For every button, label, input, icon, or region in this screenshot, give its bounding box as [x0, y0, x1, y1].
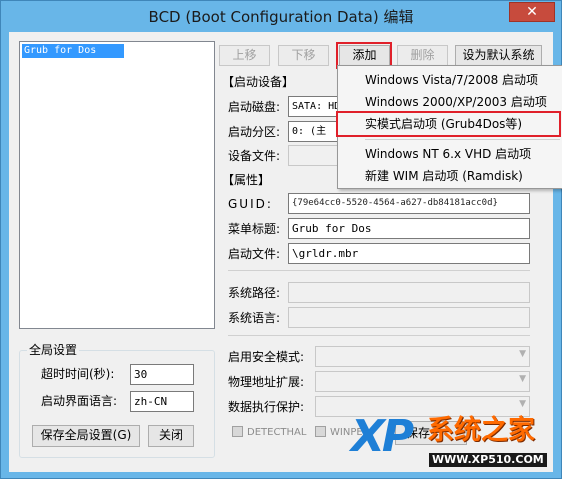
dep-label: 数据执行保护:	[228, 400, 305, 414]
pae-select[interactable]: ▼	[315, 371, 530, 392]
timeout-input[interactable]: 30	[130, 364, 194, 385]
close-dialog-button[interactable]: 关闭	[148, 425, 194, 447]
boot-entry-list[interactable]: Grub for Dos	[19, 41, 215, 329]
boot-language-input[interactable]: zh-CN	[130, 391, 194, 412]
watermark: XP 系统之家 WWW.XP510.COM	[349, 409, 559, 471]
divider	[228, 270, 530, 271]
properties-section: 【属性】	[222, 173, 271, 187]
pae-label: 物理地址扩展:	[228, 375, 305, 389]
detecthal-checkbox[interactable]: DETECTHAL	[232, 425, 306, 441]
menu-item-wim[interactable]: 新建 WIM 启动项 (Ramdisk)	[338, 165, 562, 187]
timeout-label: 超时时间(秒):	[41, 367, 115, 381]
boot-partition-label: 启动分区:	[228, 125, 281, 139]
close-button[interactable]: ✕	[509, 2, 555, 22]
close-icon: ✕	[526, 4, 538, 20]
global-settings-title: 全局设置	[27, 342, 80, 358]
dialog-client: Grub for Dos 全局设置 超时时间(秒): 30 启动界面语言: zh…	[9, 32, 562, 472]
menu-item-highlight	[336, 111, 561, 137]
guid-input[interactable]: {79e64cc0-5520-4564-a627-db84181acc0d}	[288, 193, 530, 214]
menu-item-xp[interactable]: Windows 2000/XP/2003 启动项	[338, 91, 562, 113]
move-up-button[interactable]: 上移	[219, 45, 270, 66]
system-language-label: 系统语言:	[228, 311, 281, 325]
watermark-url: WWW.XP510.COM	[429, 453, 547, 467]
list-item[interactable]: Grub for Dos	[22, 44, 124, 58]
watermark-logo: XP	[351, 411, 414, 462]
chevron-down-icon: ▼	[519, 349, 526, 359]
move-down-button[interactable]: 下移	[278, 45, 329, 66]
delete-button[interactable]: 删除	[397, 45, 448, 66]
menu-separator	[365, 139, 560, 140]
system-path-label: 系统路径:	[228, 286, 281, 300]
app-window: BCD (Boot Configuration Data) 编辑 ✕ Grub …	[0, 0, 562, 479]
device-file-label: 设备文件:	[228, 149, 281, 163]
menu-title-input[interactable]: Grub for Dos	[288, 218, 530, 239]
menu-title-label: 菜单标题:	[228, 222, 281, 236]
system-path-input[interactable]	[288, 282, 530, 303]
system-language-input[interactable]	[288, 307, 530, 328]
boot-file-input[interactable]: \grldr.mbr	[288, 243, 530, 264]
chevron-down-icon: ▼	[519, 399, 526, 409]
guid-label: GUID:	[228, 197, 273, 211]
menu-item-vhd[interactable]: Windows NT 6.x VHD 启动项	[338, 143, 562, 165]
divider	[228, 335, 530, 336]
boot-file-label: 启动文件:	[228, 247, 281, 261]
chevron-down-icon: ▼	[519, 374, 526, 384]
window-title: BCD (Boot Configuration Data) 编辑	[148, 8, 414, 26]
set-default-button[interactable]: 设为默认系统	[455, 45, 542, 66]
safe-mode-label: 启用安全模式:	[228, 350, 305, 364]
menu-item-vista[interactable]: Windows Vista/7/2008 启动项	[338, 69, 562, 91]
safe-mode-select[interactable]: ▼	[315, 346, 530, 367]
boot-language-label: 启动界面语言:	[41, 394, 118, 408]
boot-device-section: 【启动设备】	[222, 75, 295, 89]
detecthal-label: DETECTHAL	[247, 427, 307, 438]
save-global-settings-button[interactable]: 保存全局设置(G)	[32, 425, 140, 447]
watermark-brand: 系统之家	[427, 415, 535, 446]
boot-disk-label: 启动磁盘:	[228, 100, 281, 114]
